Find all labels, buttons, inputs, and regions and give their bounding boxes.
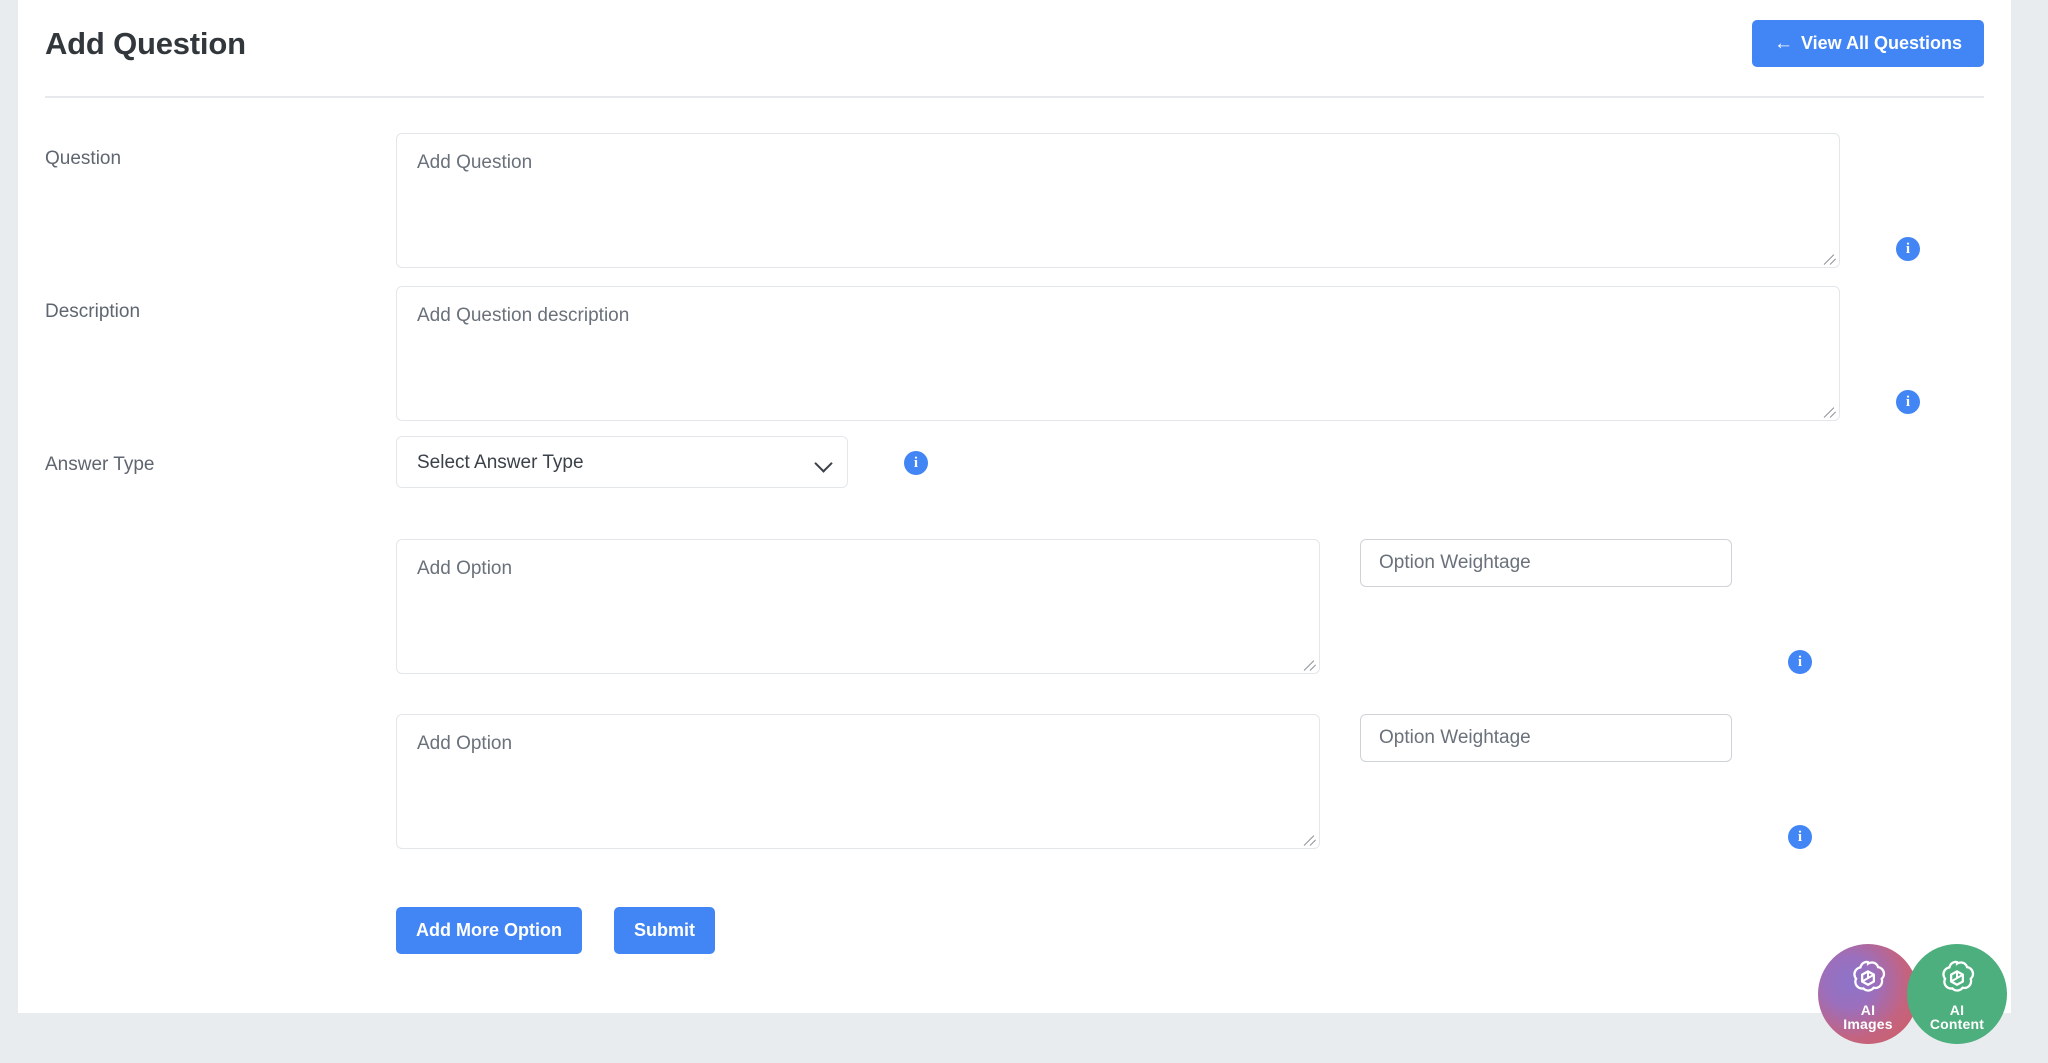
page-title: Add Question <box>45 26 246 61</box>
submit-button[interactable]: Submit <box>614 907 715 954</box>
openai-knot-icon <box>1853 960 1886 992</box>
ai-content-widget[interactable]: AI Content <box>1907 944 2007 1044</box>
question-input[interactable] <box>396 133 1840 268</box>
option-input-1[interactable] <box>396 539 1320 674</box>
ai-content-label: AI Content <box>1930 1003 1984 1031</box>
add-more-option-button[interactable]: Add More Option <box>396 907 582 954</box>
answer-type-select[interactable]: Select Answer Type <box>396 436 848 488</box>
ai-images-widget[interactable]: AI Images <box>1818 944 1918 1044</box>
option-1-info-icon[interactable]: i <box>1788 650 1812 674</box>
ai-images-label: AI Images <box>1843 1003 1892 1031</box>
card-header: Add Question ← View All Questions <box>18 0 2011 98</box>
description-input[interactable] <box>396 286 1840 421</box>
header-divider <box>45 96 1984 98</box>
answer-type-label: Answer Type <box>45 454 155 475</box>
option-weightage-input-1[interactable] <box>1360 539 1732 587</box>
question-info-icon[interactable]: i <box>1896 237 1920 261</box>
option-weightage-input-2[interactable] <box>1360 714 1732 762</box>
option-input-2[interactable] <box>396 714 1320 849</box>
description-label: Description <box>45 301 141 322</box>
view-all-questions-label: View All Questions <box>1800 33 1962 53</box>
answer-type-select-wrapper[interactable]: Select Answer Type <box>396 436 848 488</box>
answer-type-info-icon[interactable]: i <box>904 451 928 475</box>
description-info-icon[interactable]: i <box>1896 390 1920 414</box>
openai-knot-icon <box>1942 960 1975 992</box>
view-all-questions-button[interactable]: ← View All Questions <box>1751 20 1984 67</box>
page-root: Add Question ← View All Questions Questi… <box>0 0 2048 1063</box>
add-question-card: Add Question ← View All Questions Questi… <box>18 0 2011 1013</box>
question-label: Question <box>45 148 122 169</box>
ai-content-label-line2: Content <box>1929 1015 1985 1032</box>
option-2-info-icon[interactable]: i <box>1788 825 1812 849</box>
ai-images-label-line2: Images <box>1843 1015 1893 1032</box>
left-arrow-icon: ← <box>1773 32 1793 54</box>
